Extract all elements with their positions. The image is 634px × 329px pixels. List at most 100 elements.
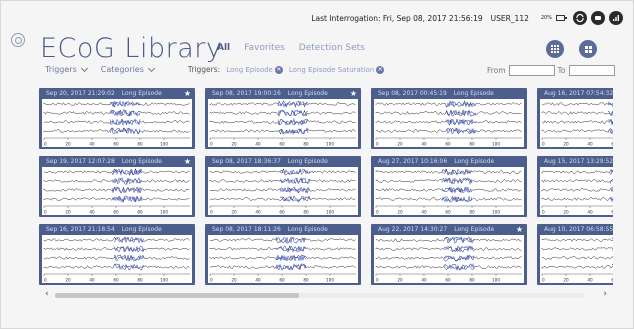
tab-favorites[interactable]: Favorites (244, 43, 285, 53)
scrollbar-thumb[interactable] (55, 293, 299, 298)
x-axis-tick-label: 80 (303, 278, 309, 283)
user-id: USER_112 (490, 13, 529, 23)
favorite-star-icon[interactable]: ★ (350, 89, 357, 98)
ecog-waveform-plot: 0 20 40 60 80 100 (208, 235, 358, 283)
ecog-channel-trace (375, 264, 522, 271)
status-bar: Last Interrogation: Fri, Sep 08, 2017 21… (311, 11, 623, 25)
episode-card[interactable]: Aug 27, 2017 10:16:06 Long Episode 0 20 40 60… (371, 156, 527, 217)
x-axis-tick-label: 40 (89, 142, 95, 147)
chevron-down-icon (147, 64, 155, 72)
x-axis-tick-label: 100 (160, 278, 168, 283)
sync-icon[interactable] (573, 11, 587, 25)
ecog-waveform-plot: 0 20 40 60 80 100 (374, 99, 524, 147)
signal-icon[interactable] (609, 11, 623, 25)
tab-all[interactable]: All (217, 43, 230, 53)
ecog-waveform-plot: 0 20 40 60 80 100 (42, 99, 192, 147)
x-axis-tick-label: 100 (492, 278, 500, 283)
episode-card[interactable]: Sep 19, 2017 12:07:28 Long Episode ★ 0 20 40 6… (39, 156, 195, 217)
x-axis-tick-label: 20 (397, 142, 403, 147)
card-timestamp: Aug 10, 2017 06:58:55 (544, 226, 613, 233)
ecog-channel-trace (375, 195, 522, 203)
x-axis-tick-label: 100 (326, 142, 334, 147)
episode-card[interactable]: Sep 08, 2017 00:45:19 Long Episode 0 20 40 60… (371, 88, 527, 149)
card-header: Aug 16, 2017 07:54:32 (544, 90, 613, 97)
card-category: Long Episode (287, 158, 328, 165)
from-date-input[interactable] (508, 65, 555, 76)
x-axis-tick-label: 60 (279, 142, 285, 147)
ecog-channel-trace (375, 186, 522, 193)
x-axis-tick-label: 0 (210, 278, 213, 283)
ecog-channel-trace (375, 245, 522, 253)
tab-detection-sets[interactable]: Detection Sets (299, 43, 365, 53)
card-header: Sep 08, 2017 18:11:26 Long Episode (212, 226, 357, 233)
filter-chip-label: Long Episode Saturation (288, 65, 375, 74)
episode-card[interactable]: Sep 08, 2017 18:11:26 Long Episode 0 20 40 60… (205, 224, 361, 285)
ecog-channel-trace (541, 247, 613, 251)
scroll-left-icon[interactable]: ‹ (45, 289, 49, 299)
episode-card[interactable]: Sep 20, 2017 21:29:02 Long Episode ★ 0 20 40 6… (39, 88, 195, 149)
battery-icon (556, 15, 567, 21)
categories-dropdown-label: Categories (100, 65, 144, 74)
ecog-channel-trace (43, 101, 190, 108)
x-axis-tick-label: 80 (303, 142, 309, 147)
x-axis-tick-label: 40 (587, 278, 593, 283)
card-header: Aug 10, 2017 06:58:55 (544, 226, 613, 233)
ecog-channel-trace (541, 197, 613, 201)
view-tabs: All Favorites Detection Sets (217, 43, 365, 53)
episode-card[interactable]: Sep 16, 2017 21:18:54 Long Episode 0 20 40 60… (39, 224, 195, 285)
card-timestamp: Sep 08, 2017 18:11:26 (212, 226, 281, 233)
x-axis-tick-label: 20 (563, 142, 569, 147)
triggers-dropdown[interactable]: Triggers (45, 64, 88, 74)
episode-card[interactable]: Sep 08, 2017 18:36:37 Long Episode 0 20 40 60… (205, 156, 361, 217)
card-category: Long Episode (454, 158, 495, 165)
favorite-star-icon[interactable]: ★ (184, 89, 191, 98)
card-header: Sep 08, 2017 19:00:16 Long Episode (212, 90, 357, 97)
detection-highlight (275, 245, 307, 253)
x-axis-tick-label: 40 (255, 142, 261, 147)
x-axis-tick-label: 40 (421, 210, 427, 215)
card-timestamp: Aug 27, 2017 10:16:06 (378, 158, 448, 165)
detection-highlight (441, 177, 473, 185)
menu-icon[interactable] (11, 33, 25, 47)
ecog-waveform-plot: 0 20 40 60 80 100 (208, 99, 358, 147)
favorite-star-icon[interactable]: ★ (184, 157, 191, 166)
horizontal-scrollbar[interactable]: ‹ › (41, 289, 613, 301)
episode-card[interactable]: Aug 15, 2017 13:29:52020406080100 (537, 156, 613, 217)
detection-highlight (113, 254, 145, 262)
episode-card[interactable]: Aug 22, 2017 14:30:27 Long Episode ★ 0 20 40 6… (371, 224, 527, 285)
card-category: Long Episode (454, 226, 495, 233)
ecog-channel-trace (375, 168, 522, 176)
x-axis-tick-label: 40 (89, 210, 95, 215)
x-axis-tick-label: 0 (44, 210, 47, 215)
favorite-star-icon[interactable]: ★ (516, 225, 523, 234)
episode-card[interactable]: Sep 08, 2017 19:00:16 Long Episode ★ 0 20 40 6… (205, 88, 361, 149)
x-axis-tick-label: 40 (255, 210, 261, 215)
x-axis-tick-label: 40 (587, 142, 593, 147)
ecog-channel-trace (541, 118, 613, 125)
ecog-channel-trace (541, 128, 613, 134)
detection-highlight (114, 263, 145, 271)
remove-filter-icon[interactable]: ✕ (274, 65, 283, 74)
episode-card[interactable]: Aug 16, 2017 07:54:32020406080100 (537, 88, 613, 149)
card-timestamp: Sep 08, 2017 18:36:37 (212, 158, 281, 165)
device-icon[interactable] (591, 11, 605, 25)
to-date-input[interactable] (568, 65, 615, 76)
filter-chip-label: Long Episode (226, 65, 273, 74)
active-filters-label: Triggers: (187, 65, 221, 74)
categories-dropdown[interactable]: Categories (100, 64, 155, 74)
remove-filter-icon[interactable]: ✕ (376, 65, 385, 74)
detection-highlight (279, 186, 311, 194)
card-header: Aug 15, 2017 13:29:52 (544, 158, 613, 165)
card-header: Aug 27, 2017 10:16:06 Long Episode (378, 158, 523, 165)
x-axis-tick-label: 80 (137, 210, 143, 215)
card-timestamp: Sep 19, 2017 12:07:28 (46, 158, 115, 165)
x-axis-tick-label: 20 (65, 210, 71, 215)
x-axis-tick-label: 20 (231, 210, 237, 215)
card-timestamp: Aug 15, 2017 13:29:52 (544, 158, 613, 165)
grid-view-large-icon[interactable] (579, 40, 597, 58)
grid-view-small-icon[interactable] (546, 40, 564, 58)
x-axis-tick-label: 60 (611, 142, 613, 147)
x-axis-tick-label: 100 (492, 142, 500, 147)
scroll-right-icon[interactable]: › (603, 289, 607, 299)
episode-card[interactable]: Aug 10, 2017 06:58:55020406080100 (537, 224, 613, 285)
